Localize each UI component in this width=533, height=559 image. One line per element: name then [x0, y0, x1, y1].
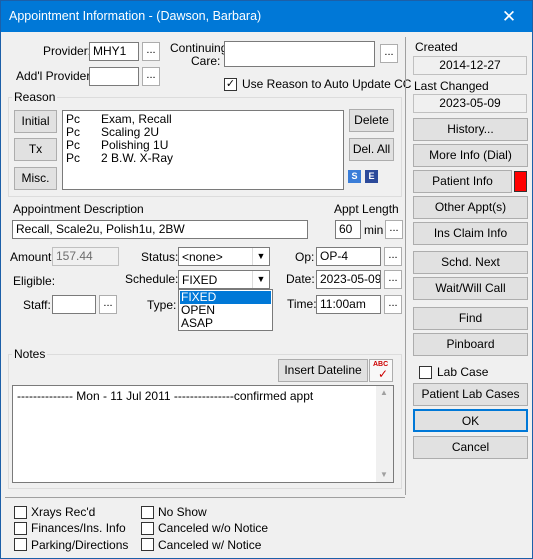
- continuing-care-label: Continuing: [170, 41, 228, 55]
- time-field[interactable]: 11:00am: [316, 295, 381, 314]
- appt-description-field[interactable]: Recall, Scale2u, Polish1u, 2BW: [12, 220, 308, 239]
- op-field[interactable]: OP-4: [316, 247, 381, 266]
- schedule-dropdown[interactable]: FIXED ▼: [178, 270, 270, 289]
- canceled-wo-notice-label: Canceled w/o Notice: [158, 521, 269, 535]
- ins-claim-info-button[interactable]: Ins Claim Info: [413, 222, 528, 245]
- chevron-down-icon[interactable]: ▼: [252, 271, 269, 288]
- status-dropdown[interactable]: <none> ▼: [178, 247, 270, 266]
- amount-label: Amount:: [10, 250, 55, 264]
- finances-label: Finances/Ins. Info: [31, 521, 126, 535]
- lab-case-label: Lab Case: [437, 365, 489, 379]
- created-field: 2014-12-27: [413, 56, 527, 75]
- continuing-care-lookup-button[interactable]: ...: [380, 44, 398, 63]
- reason-delete-button[interactable]: Delete: [349, 109, 394, 132]
- op-label: Op:: [295, 250, 315, 264]
- appointment-window: Appointment Information - (Dawson, Barba…: [0, 0, 533, 559]
- schedule-label: Schedule:: [125, 272, 179, 286]
- insert-dateline-button[interactable]: Insert Dateline: [278, 359, 368, 382]
- staff-lookup-button[interactable]: ...: [99, 295, 117, 314]
- appt-length-field[interactable]: 60: [335, 220, 361, 239]
- history-button[interactable]: History...: [413, 118, 528, 141]
- cancel-button[interactable]: Cancel: [413, 436, 528, 459]
- scroll-up-icon[interactable]: ▲: [380, 388, 388, 397]
- appt-length-label: Appt Length: [334, 202, 399, 216]
- continuing-care-field[interactable]: [224, 41, 375, 67]
- list-item[interactable]: Pc 2 B.W. X-Ray: [66, 152, 173, 165]
- lab-case-checkbox[interactable]: [419, 366, 432, 379]
- reason-group-label: Reason: [12, 90, 58, 104]
- spellcheck-icon[interactable]: ABC ✓: [369, 359, 393, 382]
- patient-flag-indicator: [514, 171, 527, 192]
- close-icon[interactable]: ✕: [486, 1, 532, 32]
- date-lookup-button[interactable]: ...: [384, 270, 402, 289]
- xrays-label: Xrays Rec'd: [31, 505, 96, 519]
- op-lookup-button[interactable]: ...: [384, 247, 402, 266]
- provider-lookup-button[interactable]: ...: [142, 42, 160, 61]
- date-field[interactable]: 2023-05-09: [316, 270, 381, 289]
- use-reason-label: Use Reason to Auto Update CC: [242, 77, 412, 91]
- patient-lab-cases-button[interactable]: Patient Lab Cases: [413, 383, 528, 406]
- addl-provider-field[interactable]: [89, 67, 139, 86]
- schedule-option-asap[interactable]: ASAP: [180, 317, 271, 330]
- appt-length-button[interactable]: ...: [385, 220, 403, 239]
- find-button[interactable]: Find: [413, 307, 528, 330]
- status-value: <none>: [182, 250, 223, 264]
- provider-label: Provider:: [43, 44, 92, 58]
- canceled-wo-notice-checkbox[interactable]: [141, 522, 154, 535]
- type-label: Type:: [147, 298, 177, 312]
- appt-length-unit: min: [364, 223, 384, 237]
- s-icon[interactable]: S: [348, 170, 361, 183]
- last-changed-label: Last Changed: [414, 79, 489, 93]
- status-label: Status:: [141, 250, 179, 264]
- reason-misc-button[interactable]: Misc.: [14, 167, 57, 190]
- e-icon[interactable]: E: [365, 170, 378, 183]
- divider: [5, 497, 405, 498]
- schd-next-button[interactable]: Schd. Next: [413, 251, 528, 274]
- chevron-down-icon[interactable]: ▼: [252, 248, 269, 265]
- scroll-down-icon[interactable]: ▼: [380, 470, 388, 479]
- provider-field[interactable]: MHY1: [89, 42, 139, 61]
- schedule-options-list[interactable]: FIXED OPEN ASAP: [178, 289, 273, 331]
- window-title: Appointment Information - (Dawson, Barba…: [9, 9, 262, 23]
- date-label: Date:: [286, 272, 315, 286]
- pinboard-button[interactable]: Pinboard: [413, 333, 528, 356]
- reason-tx-button[interactable]: Tx: [14, 138, 57, 161]
- time-lookup-button[interactable]: ...: [384, 295, 402, 314]
- amount-field: 157.44: [52, 247, 119, 266]
- ok-button[interactable]: OK: [413, 409, 528, 432]
- staff-field[interactable]: [52, 295, 96, 314]
- reason-list[interactable]: Pc Exam, Recall Pc Scaling 2U Pc Polishing …: [62, 110, 344, 190]
- addl-provider-label: Add'l Provider:: [16, 69, 94, 83]
- reason-del-all-button[interactable]: Del. All: [349, 138, 394, 161]
- addl-provider-lookup-button[interactable]: ...: [142, 67, 160, 86]
- use-reason-checkbox[interactable]: ✓: [224, 78, 237, 91]
- reason-initial-button[interactable]: Initial: [14, 110, 57, 133]
- notes-group-label: Notes: [12, 347, 48, 361]
- notes-scrollbar[interactable]: ▲ ▼: [376, 386, 393, 482]
- staff-label: Staff:: [23, 298, 51, 312]
- wait-will-call-button[interactable]: Wait/Will Call: [413, 277, 528, 300]
- no-show-label: No Show: [158, 505, 207, 519]
- last-changed-field: 2023-05-09: [413, 94, 527, 113]
- vertical-divider: [405, 37, 406, 495]
- xrays-checkbox[interactable]: [14, 506, 27, 519]
- parking-checkbox[interactable]: [14, 538, 27, 551]
- title-bar[interactable]: Appointment Information - (Dawson, Barba…: [1, 1, 532, 32]
- finances-checkbox[interactable]: [14, 522, 27, 535]
- other-appts-button[interactable]: Other Appt(s): [413, 196, 528, 219]
- continuing-care-label-2: Care:: [191, 54, 221, 68]
- canceled-w-notice-label: Canceled w/ Notice: [158, 538, 262, 552]
- eligible-label: Eligible:: [13, 274, 56, 288]
- canceled-w-notice-checkbox[interactable]: [141, 538, 154, 551]
- parking-label: Parking/Directions: [31, 538, 129, 552]
- schedule-value: FIXED: [182, 273, 218, 287]
- notes-textarea[interactable]: -------------- Mon - 11 Jul 2011 -------…: [12, 385, 394, 483]
- more-info-dial-button[interactable]: More Info (Dial): [413, 144, 528, 167]
- notes-text: -------------- Mon - 11 Jul 2011 -------…: [17, 389, 314, 403]
- time-label: Time:: [287, 297, 317, 311]
- no-show-checkbox[interactable]: [141, 506, 154, 519]
- appt-description-label: Appointment Description: [13, 202, 144, 216]
- created-label: Created: [415, 40, 458, 54]
- patient-info-button[interactable]: Patient Info: [413, 170, 512, 193]
